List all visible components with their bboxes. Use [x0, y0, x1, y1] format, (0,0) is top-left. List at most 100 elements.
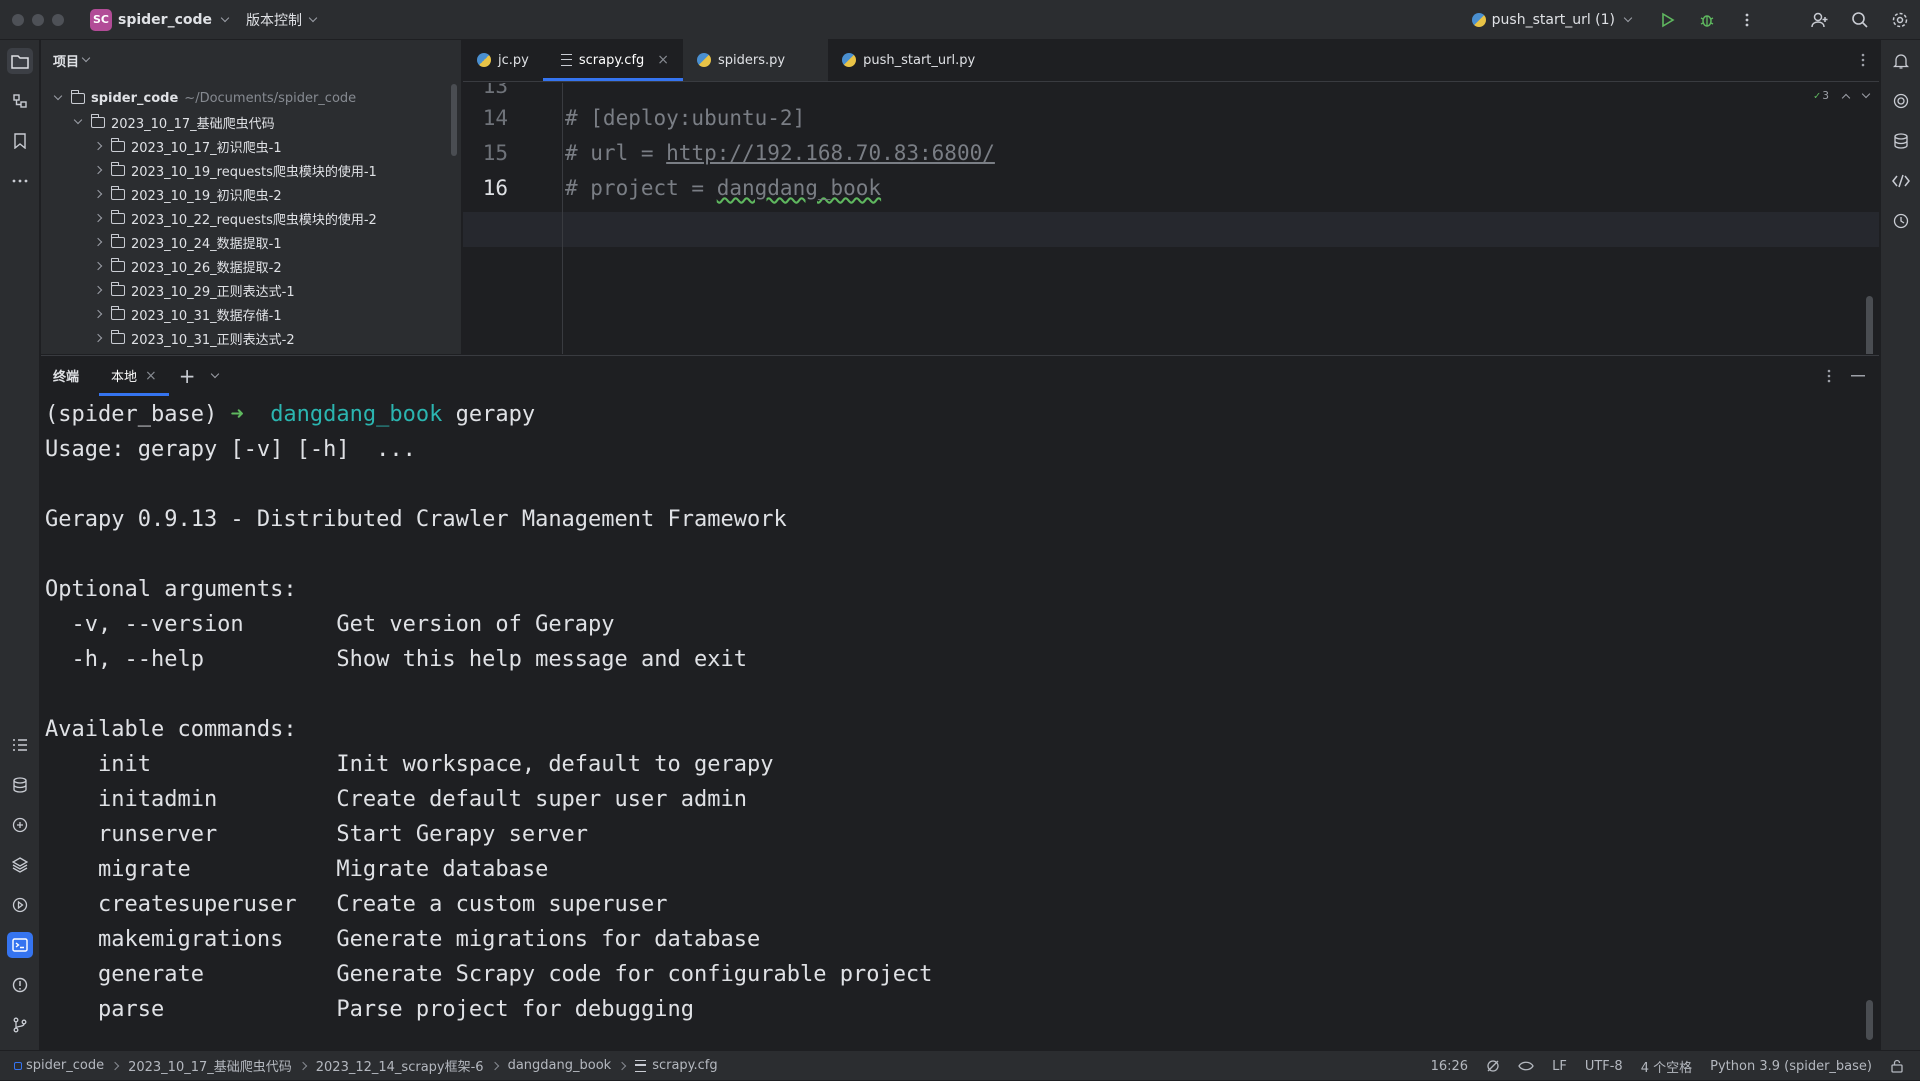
tab-jc-py[interactable]: jc.py	[463, 39, 543, 81]
code-area[interactable]: 13 14 15 16 # [deploy:ubuntu-2] # url = …	[463, 83, 1879, 354]
terminal-scrollbar[interactable]	[1866, 1000, 1873, 1040]
tab-options-button[interactable]	[1861, 53, 1865, 67]
search-everywhere-button[interactable]	[1847, 7, 1873, 33]
bookmarks-tool-button[interactable]	[7, 128, 33, 154]
tree-item-label: 2023_10_22_requests爬虫模块的使用-2	[131, 212, 377, 228]
terminal-line: generate Generate Scrapy code for config…	[45, 962, 933, 987]
breadcrumb-item[interactable]: scrapy.cfg	[652, 1058, 717, 1073]
tree-root[interactable]: spider_code ~/Documents/spider_code	[53, 86, 356, 110]
code-text: # project =	[565, 176, 717, 200]
tree-item-label: 2023_10_19_初识爬虫-2	[131, 188, 282, 204]
more-horizontal-icon	[12, 179, 28, 183]
project-scrollbar[interactable]	[451, 84, 457, 156]
chevron-up-icon[interactable]	[1841, 93, 1851, 102]
project-tool-button[interactable]	[7, 48, 33, 74]
tree-item[interactable]: 2023_10_26_数据提取-2	[93, 254, 282, 278]
minimize-panel-icon[interactable]	[1851, 374, 1865, 377]
no-highlighting-icon[interactable]	[1486, 1059, 1500, 1073]
caret-position[interactable]: 16:26	[1431, 1059, 1468, 1074]
url-link[interactable]: http://192.168.70.83:6800/	[666, 141, 995, 165]
file-encoding[interactable]: UTF-8	[1585, 1059, 1623, 1074]
tree-folder[interactable]: 2023_10_17_基础爬虫代码	[73, 110, 275, 134]
ai-assistant-button[interactable]	[1888, 88, 1914, 114]
terminal-line: runserver Start Gerapy server	[45, 822, 589, 847]
minimize-window-button[interactable]	[32, 13, 44, 26]
tab-scrapy-cfg[interactable]: scrapy.cfg ×	[542, 39, 684, 81]
breadcrumb-item[interactable]: spider_code	[26, 1058, 104, 1073]
database-tool-button[interactable]	[7, 772, 33, 798]
terminal-line: migrate Migrate database	[45, 857, 549, 882]
close-tab-icon[interactable]: ×	[657, 52, 669, 68]
structure-tool-button[interactable]	[7, 88, 33, 114]
folder-icon	[111, 185, 125, 200]
chevron-right-icon	[93, 189, 103, 199]
todo-tool-button[interactable]	[7, 732, 33, 758]
run-button[interactable]	[1654, 7, 1680, 33]
more-vertical-icon[interactable]	[1827, 369, 1831, 383]
services-tool-button[interactable]	[7, 892, 33, 918]
chevron-down-icon[interactable]	[210, 369, 219, 378]
ai-status-icon[interactable]	[1518, 1060, 1534, 1072]
sciview-button[interactable]	[1888, 208, 1914, 234]
tree-item[interactable]: 2023_10_22_requests爬虫模块的使用-2	[93, 206, 377, 230]
project-panel-header[interactable]: 项目	[41, 40, 461, 80]
more-vertical-icon	[1861, 53, 1865, 67]
title-bar: SC spider_code 版本控制 push_start_url (1)	[0, 0, 1920, 40]
more-actions-button[interactable]	[1734, 7, 1760, 33]
tree-item[interactable]: 2023_10_29_正则表达式-1	[93, 278, 295, 302]
tree-item-label: 2023_10_31_正则表达式-2	[131, 332, 295, 348]
layers-icon	[12, 857, 28, 873]
tree-item[interactable]: 2023_10_31_正则表达式-2	[93, 326, 295, 350]
tree-item[interactable]: 2023_10_24_数据提取-1	[93, 230, 282, 254]
folder-icon	[11, 55, 29, 69]
line-ending[interactable]: LF	[1552, 1059, 1567, 1074]
bookmark-icon	[14, 133, 26, 149]
terminal-line: Available commands:	[45, 717, 297, 742]
tab-push-start-url-py[interactable]: push_start_url.py	[828, 39, 989, 81]
terminal-line: -h, --help Show this help message and ex…	[45, 647, 747, 672]
breadcrumb-item[interactable]: dangdang_book	[508, 1058, 612, 1073]
inspection-widget[interactable]: ✓ 3	[1814, 89, 1871, 102]
window-controls[interactable]	[12, 13, 64, 26]
new-terminal-icon[interactable]: +	[179, 364, 196, 388]
code-line: # [deploy:ubuntu-2]	[565, 106, 806, 130]
breadcrumb-item[interactable]: 2023_10_17_基础爬虫代码	[128, 1056, 292, 1075]
editor: jc.py scrapy.cfg × spiders.py push_start…	[463, 39, 1879, 354]
terminal-tab-local[interactable]: 本地 ×	[99, 356, 169, 396]
notifications-button[interactable]	[1888, 48, 1914, 74]
endpoints-button[interactable]	[1888, 168, 1914, 194]
git-tool-button[interactable]	[7, 1012, 33, 1038]
tree-item[interactable]: 2023_10_19_初识爬虫-2	[93, 182, 282, 206]
tree-item[interactable]: 2023_10_17_初识爬虫-1	[93, 134, 282, 158]
python-interpreter[interactable]: Python 3.9 (spider_base)	[1710, 1059, 1872, 1074]
run-config-selector[interactable]: push_start_url (1)	[1471, 12, 1633, 28]
debug-button[interactable]	[1694, 7, 1720, 33]
tree-item[interactable]: 2023_10_31_数据存储-1	[93, 302, 282, 326]
close-tab-icon[interactable]: ×	[145, 368, 157, 384]
terminal-output[interactable]: (spider_base) ➜ dangdang_book gerapy Usa…	[41, 396, 1879, 1050]
vcs-menu[interactable]: 版本控制	[246, 10, 318, 30]
tree-item[interactable]: 2023_10_19_requests爬虫模块的使用-1	[93, 158, 377, 182]
indent-setting[interactable]: 4 个空格	[1641, 1057, 1692, 1076]
code-with-me-button[interactable]	[1807, 7, 1833, 33]
lock-open-icon[interactable]	[1890, 1059, 1904, 1073]
database-panel-button[interactable]	[1888, 128, 1914, 154]
tab-label: spiders.py	[718, 52, 786, 68]
code-icon	[1892, 174, 1910, 188]
editor-scrollbar[interactable]	[1866, 296, 1873, 354]
settings-button[interactable]	[1887, 7, 1913, 33]
breadcrumb-item[interactable]: 2023_12_14_scrapy框架-6	[316, 1056, 484, 1075]
python-console-button[interactable]	[7, 812, 33, 838]
tab-spiders-py[interactable]: spiders.py	[683, 39, 829, 81]
terminal-tool-button[interactable]	[7, 932, 33, 958]
tree-item-label: 2023_10_24_数据提取-1	[131, 236, 282, 252]
project-switcher[interactable]: SC spider_code	[90, 8, 230, 31]
python-packages-button[interactable]	[7, 852, 33, 878]
chevron-down-icon[interactable]	[1861, 89, 1871, 98]
close-window-button[interactable]	[12, 13, 24, 26]
more-tools-button[interactable]	[7, 168, 33, 194]
prompt-env: (spider_base)	[45, 402, 218, 427]
zoom-window-button[interactable]	[52, 13, 64, 26]
warning-circle-icon	[12, 977, 28, 993]
problems-tool-button[interactable]	[7, 972, 33, 998]
